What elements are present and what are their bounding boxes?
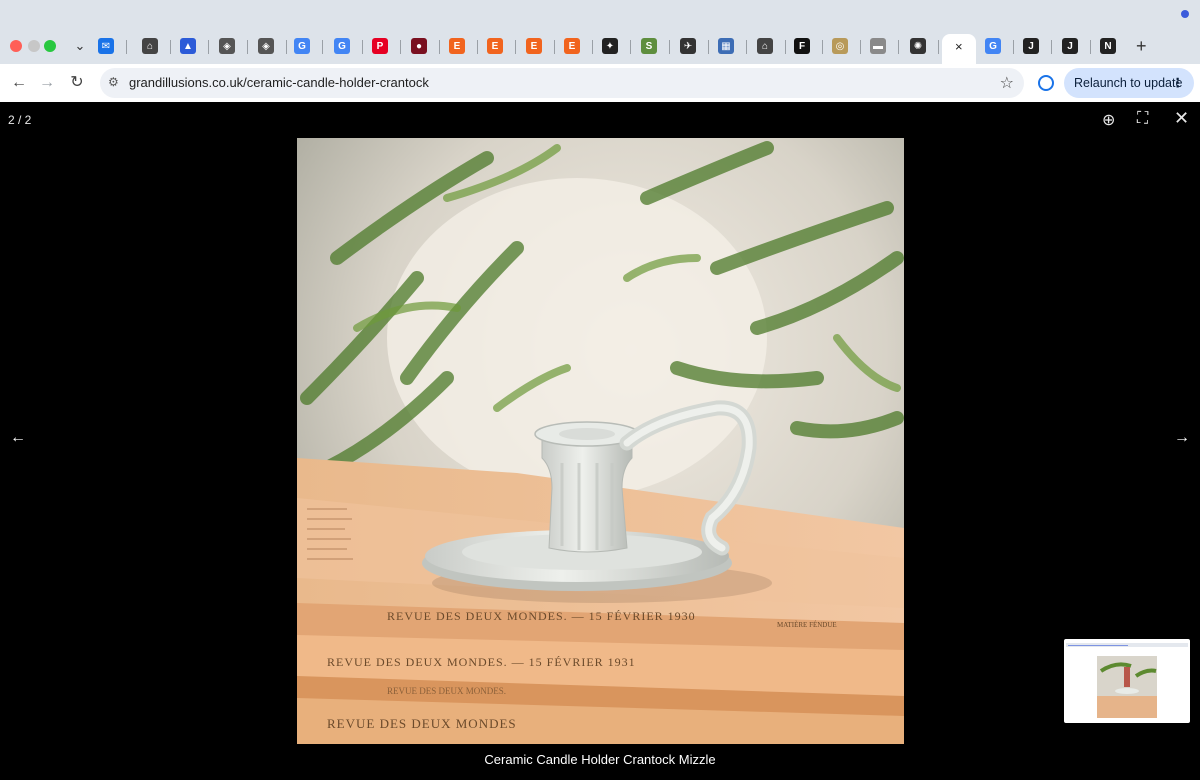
gray-box-icon[interactable]: ▬ <box>870 38 886 54</box>
next-image-arrow-icon[interactable]: → <box>1174 429 1190 447</box>
book1-tail-text: MATIÈRE FÉNDUE <box>777 621 837 629</box>
tab-separator <box>515 40 516 54</box>
fullscreen-icon[interactable]: ⛶ <box>1137 110 1148 128</box>
reload-icon[interactable]: ↻ <box>66 72 88 94</box>
tab-separator <box>400 40 401 54</box>
tab-separator <box>938 40 939 54</box>
previous-image-arrow-icon[interactable]: ← <box>10 429 26 447</box>
tab-separator <box>1051 40 1052 54</box>
j-icon[interactable]: J <box>1023 38 1039 54</box>
nova-icon[interactable]: N <box>1100 38 1116 54</box>
tab-separator <box>362 40 363 54</box>
product-photo: REVUE DES DEUX MONDES. — 15 FÉVRIER 1930… <box>297 138 904 744</box>
site-info-icon[interactable]: ⚙ <box>108 75 119 89</box>
relaunch-button[interactable]: Relaunch to update ⋮ <box>1064 68 1194 98</box>
minimize-window-button[interactable] <box>28 40 40 52</box>
bookmark-star-icon[interactable]: ☆ <box>1000 73 1014 93</box>
active-tab[interactable]: × <box>942 34 976 64</box>
building-icon[interactable]: ▦ <box>718 38 734 54</box>
notification-dot <box>1181 10 1189 18</box>
tab-separator <box>708 40 709 54</box>
google-icon[interactable]: G <box>334 38 350 54</box>
tab-separator <box>286 40 287 54</box>
tab-separator <box>592 40 593 54</box>
f-logo-icon[interactable]: F <box>794 38 810 54</box>
tab-separator <box>322 40 323 54</box>
rose-icon[interactable]: ● <box>411 38 427 54</box>
tab-strip: ⌄ ✉ ⌂ ▲ ◈ ◈ G G P ● E E E E ✦ S ✈ ▦ ⌂ F ◎ ▬ ✺ G J J N × + <box>0 0 1200 64</box>
book4-spine-text: REVUE DES DEUX MONDES <box>327 716 517 731</box>
etsy-icon[interactable]: E <box>526 38 542 54</box>
tab-separator <box>439 40 440 54</box>
bird-icon[interactable]: ✈ <box>680 38 696 54</box>
book3-spine-text: REVUE DES DEUX MONDES. <box>387 686 506 696</box>
back-icon[interactable]: ← <box>8 72 30 94</box>
badge-icon[interactable]: ◎ <box>832 38 848 54</box>
forward-icon[interactable]: → <box>36 72 58 94</box>
etsy-icon[interactable]: E <box>487 38 503 54</box>
google-icon[interactable]: G <box>985 38 1001 54</box>
close-viewer-icon[interactable]: ✕ <box>1174 108 1189 129</box>
tab-separator <box>1090 40 1091 54</box>
etsy-icon[interactable]: E <box>449 38 465 54</box>
home-icon[interactable]: ⌂ <box>757 38 773 54</box>
address-bar[interactable]: ⚙ grandillusions.co.uk/ceramic-candle-ho… <box>100 68 1024 98</box>
tab-separator <box>785 40 786 54</box>
tab-separator <box>554 40 555 54</box>
close-tab-icon[interactable]: × <box>955 39 963 54</box>
shopify-icon[interactable]: S <box>641 38 657 54</box>
fullscreen-window-button[interactable] <box>44 40 56 52</box>
book2-spine-text: REVUE DES DEUX MONDES. — 15 FÉVRIER 1931 <box>327 655 636 669</box>
tab-separator <box>630 40 631 54</box>
book1-spine-text: REVUE DES DEUX MONDES. — 15 FÉVRIER 1930 <box>387 609 696 623</box>
tab-separator <box>746 40 747 54</box>
etsy-icon[interactable]: E <box>564 38 580 54</box>
zoom-icon[interactable]: ⊕ <box>1102 110 1115 130</box>
j-icon[interactable]: J <box>1062 38 1078 54</box>
close-window-button[interactable] <box>10 40 22 52</box>
profile-avatar-icon[interactable] <box>1038 75 1054 91</box>
tab-separator <box>898 40 899 54</box>
tab-separator <box>170 40 171 54</box>
image-lightbox: 2 / 2 ⊕ ⛶ ✕ ← → REVUE DES DEUX MONDES. —… <box>0 102 1200 780</box>
tab-separator <box>669 40 670 54</box>
tab-separator <box>477 40 478 54</box>
new-tab-button[interactable]: + <box>1136 36 1147 57</box>
url-text[interactable]: grandillusions.co.uk/ceramic-candle-hold… <box>129 75 429 90</box>
more-menu-icon[interactable]: ⋮ <box>1172 75 1185 90</box>
tab-separator <box>208 40 209 54</box>
mail-icon[interactable]: ✉ <box>98 38 114 54</box>
tab-separator <box>126 40 127 54</box>
pinterest-icon[interactable]: P <box>372 38 388 54</box>
puzzle-icon[interactable]: ✦ <box>602 38 618 54</box>
tab-separator <box>1013 40 1014 54</box>
openai-icon[interactable]: ✺ <box>910 38 926 54</box>
tab-search-chevron-icon[interactable]: ⌄ <box>70 36 90 56</box>
tab-separator <box>247 40 248 54</box>
thumbnail-preview[interactable] <box>1064 639 1190 723</box>
graduation-cap-icon[interactable]: ▲ <box>180 38 196 54</box>
tab-separator <box>860 40 861 54</box>
image-caption: Ceramic Candle Holder Crantock Mizzle <box>484 752 716 767</box>
home-icon[interactable]: ⌂ <box>142 38 158 54</box>
crest-icon[interactable]: ◈ <box>219 38 235 54</box>
tab-separator <box>822 40 823 54</box>
relaunch-label: Relaunch to update <box>1074 76 1183 90</box>
image-counter: 2 / 2 <box>8 113 32 127</box>
google-icon[interactable]: G <box>294 38 310 54</box>
crest-icon[interactable]: ◈ <box>258 38 274 54</box>
browser-toolbar: ← → ↻ ⚙ grandillusions.co.uk/ceramic-can… <box>0 64 1200 102</box>
